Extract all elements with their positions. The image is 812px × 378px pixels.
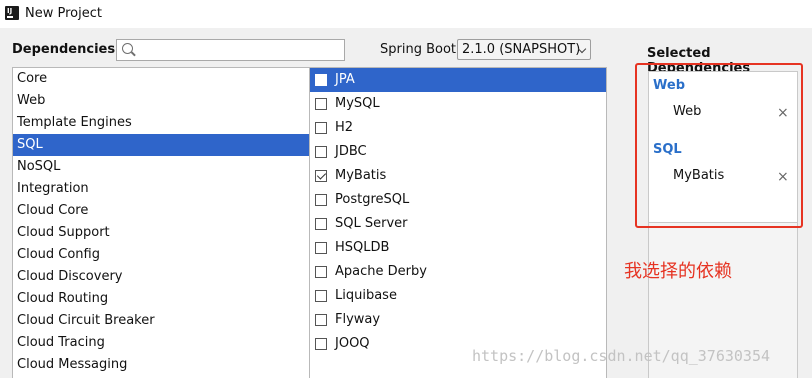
title-bar: IJ New Project [0, 0, 812, 28]
dependency-list[interactable]: JPA MySQL H2 JDBC MyBatis PostgreSQL SQL Serve… [310, 67, 607, 378]
dependency-checkbox[interactable] [315, 74, 327, 86]
category-item-nosql[interactable]: NoSQL [13, 156, 309, 178]
category-item-integration[interactable]: Integration [13, 178, 309, 200]
dependency-checkbox[interactable] [315, 338, 327, 350]
dependency-item-mybatis[interactable]: MyBatis [310, 164, 606, 188]
dependency-checkbox[interactable] [315, 314, 327, 326]
dependency-label: Liquibase [335, 288, 397, 303]
dependency-search-box[interactable] [116, 39, 345, 61]
search-icon [122, 43, 133, 54]
dependency-checkbox[interactable] [315, 194, 327, 206]
dependency-checkbox[interactable] [315, 122, 327, 134]
dependency-label: PostgreSQL [335, 192, 410, 207]
dependency-checkbox[interactable] [315, 98, 327, 110]
dependency-item-sql-server[interactable]: SQL Server [310, 212, 606, 236]
dependency-checkbox[interactable] [315, 146, 327, 158]
dependency-label: Apache Derby [335, 264, 427, 279]
dependency-label: JPA [335, 72, 355, 87]
dependency-label: HSQLDB [335, 240, 390, 255]
dependency-item-hsqldb[interactable]: HSQLDB [310, 236, 606, 260]
category-list[interactable]: Core Web Template Engines SQL NoSQL Integrati… [12, 67, 310, 378]
category-item-cloud-core[interactable]: Cloud Core [13, 200, 309, 222]
category-item-web[interactable]: Web [13, 90, 309, 112]
intellij-app-icon: IJ [5, 6, 19, 20]
category-item-cloud-circuit-breaker[interactable]: Cloud Circuit Breaker [13, 310, 309, 332]
category-item-core[interactable]: Core [13, 68, 309, 90]
dependency-label: H2 [335, 120, 354, 135]
red-highlight-box [635, 63, 803, 228]
search-input[interactable] [137, 41, 337, 59]
dependency-label: Flyway [335, 312, 381, 327]
category-item-cloud-messaging[interactable]: Cloud Messaging [13, 354, 309, 376]
annotation-text: 我选择的依赖 [624, 261, 732, 282]
window-title: New Project [25, 6, 102, 21]
dependency-checkbox[interactable] [315, 218, 327, 230]
spring-boot-label: Spring Boot [380, 42, 457, 57]
category-item-cloud-support[interactable]: Cloud Support [13, 222, 309, 244]
dependency-item-flyway[interactable]: Flyway [310, 308, 606, 332]
dependency-label: MySQL [335, 96, 380, 111]
dependency-label: MyBatis [335, 168, 387, 183]
dependency-checkbox[interactable] [315, 170, 327, 182]
category-item-cloud-tracing[interactable]: Cloud Tracing [13, 332, 309, 354]
dependency-label: JOOQ [335, 336, 370, 351]
category-item-cloud-config[interactable]: Cloud Config [13, 244, 309, 266]
dependency-checkbox[interactable] [315, 290, 327, 302]
category-item-cloud-routing[interactable]: Cloud Routing [13, 288, 309, 310]
dependency-item-apache-derby[interactable]: Apache Derby [310, 260, 606, 284]
category-item-sql[interactable]: SQL [13, 134, 309, 156]
watermark: https://blog.csdn.net/qq_37630354 [472, 347, 771, 365]
dependency-label: JDBC [335, 144, 367, 159]
category-item-cloud-discovery[interactable]: Cloud Discovery [13, 266, 309, 288]
dependency-checkbox[interactable] [315, 242, 327, 254]
dependency-item-mysql[interactable]: MySQL [310, 92, 606, 116]
spring-boot-version-select[interactable]: 2.1.0 (SNAPSHOT) [457, 39, 591, 60]
dependencies-label: Dependencies [12, 42, 116, 57]
dependency-item-postgresql[interactable]: PostgreSQL [310, 188, 606, 212]
dependency-item-jdbc[interactable]: JDBC [310, 140, 606, 164]
dependency-item-jpa[interactable]: JPA [310, 68, 606, 92]
spring-boot-version-value: 2.1.0 (SNAPSHOT) [462, 42, 581, 57]
dependency-item-h2[interactable]: H2 [310, 116, 606, 140]
dependency-checkbox[interactable] [315, 266, 327, 278]
dependency-label: SQL Server [335, 216, 408, 231]
category-item-template-engines[interactable]: Template Engines [13, 112, 309, 134]
dependency-item-liquibase[interactable]: Liquibase [310, 284, 606, 308]
